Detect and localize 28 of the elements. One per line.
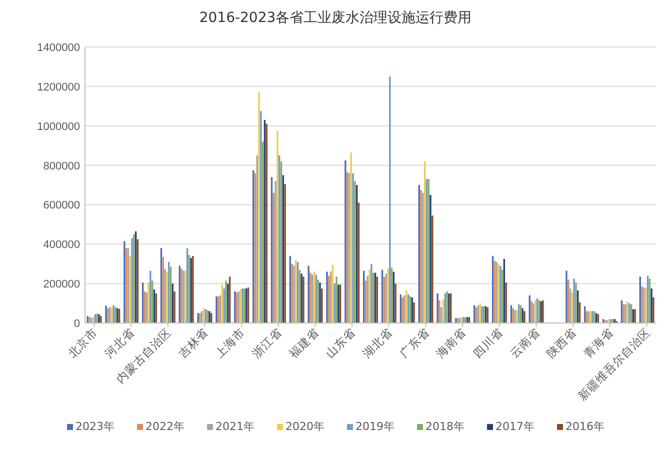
x-tick-label: 云南省 (507, 325, 542, 361)
legend-label: 2017年 (496, 419, 534, 435)
x-tick-label: 浙江省 (249, 325, 285, 361)
y-tick-label: 0 (74, 318, 80, 330)
legend-label: 2016年 (566, 419, 604, 435)
legend-label: 2022年 (146, 419, 184, 435)
y-tick-label: 1000000 (37, 120, 80, 133)
x-tick-label: 湖北省 (360, 325, 396, 361)
legend-label: 2020年 (286, 419, 324, 435)
y-tick-label: 600000 (43, 200, 80, 212)
x-tick-label: 海南省 (433, 325, 469, 361)
x-tick-label: 福建省 (286, 325, 322, 361)
y-tick-label: 400000 (43, 239, 80, 252)
chart-title: 2016-2023各省工业废水治理设施运行费用 (199, 8, 472, 28)
legend-label: 2018年 (426, 419, 464, 435)
x-tick-label: 四川省 (470, 325, 506, 361)
y-tick-label: 1200000 (37, 81, 80, 94)
y-tick-label: 1400000 (37, 42, 80, 54)
x-tick-label: 陕西省 (544, 325, 580, 361)
y-tick-label: 800000 (43, 160, 80, 172)
x-tick-label: 上海市 (212, 325, 248, 361)
y-tick-label: 200000 (43, 278, 80, 291)
x-tick-label: 山东省 (322, 325, 358, 361)
x-tick-label: 吉林省 (176, 325, 211, 361)
legend-label: 2021年 (216, 419, 254, 435)
x-tick-label: 广东省 (396, 325, 432, 361)
legend-label: 2019年 (356, 419, 394, 435)
legend-label: 2023年 (76, 419, 114, 435)
